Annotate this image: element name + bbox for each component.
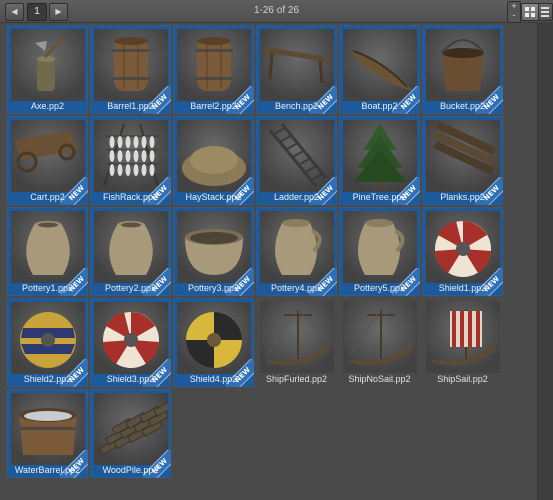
asset-tile[interactable]: NEW PineTree.pp2 xyxy=(339,116,420,205)
asset-tile[interactable]: NEW HayStack.pp2 xyxy=(173,116,254,205)
asset-label: Shield4.pp2 xyxy=(189,374,238,384)
asset-label: ShipNoSail.pp2 xyxy=(348,374,411,384)
asset-label: ShipFurled.pp2 xyxy=(265,374,328,384)
asset-tile[interactable]: NEW WaterBarrel.pp2 xyxy=(7,389,88,478)
asset-label: Cart.pp2 xyxy=(30,192,65,202)
asset-label: Shield1.pp2 xyxy=(438,283,487,293)
list-view-button[interactable] xyxy=(538,3,553,21)
asset-tile[interactable]: NEW Shield3.pp2 xyxy=(90,298,171,387)
page-info: 1-26 of 26 xyxy=(253,5,300,16)
asset-label: Bench.pp2 xyxy=(274,101,319,111)
ship-thumbnail xyxy=(260,301,334,373)
asset-tile[interactable]: NEW Shield2.pp2 xyxy=(7,298,88,387)
asset-label: Ladder.pp2 xyxy=(273,192,320,202)
asset-label: Pottery2.pp2 xyxy=(104,283,157,293)
asset-tile[interactable]: Axe.pp2 xyxy=(7,25,88,114)
asset-label: Bucket.pp2 xyxy=(439,101,486,111)
zoom-control[interactable]: + - xyxy=(507,1,521,23)
ship-thumbnail xyxy=(343,301,417,373)
asset-label: Pottery5.pp2 xyxy=(353,283,406,293)
ship-icon xyxy=(264,308,332,366)
asset-label: Shield2.pp2 xyxy=(23,374,72,384)
asset-label: Barrel2.pp2 xyxy=(190,101,237,111)
asset-label: ShipSail.pp2 xyxy=(437,374,488,384)
asset-tile[interactable]: NEW Barrel2.pp2 xyxy=(173,25,254,114)
asset-label: Pottery1.pp2 xyxy=(21,283,74,293)
vertical-scrollbar[interactable] xyxy=(537,22,553,500)
asset-label: WaterBarrel.pp2 xyxy=(14,465,81,475)
asset-tile[interactable]: ShipNoSail.pp2 xyxy=(339,298,420,387)
grid-view-icon xyxy=(525,7,535,17)
asset-label: Axe.pp2 xyxy=(30,101,65,111)
asset-tile[interactable]: NEW Barrel1.pp2 xyxy=(90,25,171,114)
axe-icon xyxy=(35,37,65,91)
list-view-icon xyxy=(541,7,549,17)
asset-tile[interactable]: NEW FishRack.pp2 xyxy=(90,116,171,205)
asset-label: HayStack.pp2 xyxy=(185,192,242,202)
asset-tile[interactable]: NEW Boat.pp2 xyxy=(339,25,420,114)
asset-tile[interactable]: NEW Pottery5.pp2 xyxy=(339,207,420,296)
asset-tile[interactable]: NEW Planks.pp2 xyxy=(422,116,503,205)
asset-tile[interactable]: NEW Pottery2.pp2 xyxy=(90,207,171,296)
shipsail-icon xyxy=(430,309,498,366)
asset-tile[interactable]: ShipSail.pp2 xyxy=(422,298,503,387)
asset-label: FishRack.pp2 xyxy=(102,192,159,202)
asset-label: Barrel1.pp2 xyxy=(107,101,154,111)
asset-label: Pottery4.pp2 xyxy=(270,283,323,293)
asset-label: Shield3.pp2 xyxy=(106,374,155,384)
toolbar: ◀ 1 ▶ 1-26 of 26 + - xyxy=(0,0,553,23)
asset-tile[interactable]: NEW Bench.pp2 xyxy=(256,25,337,114)
asset-label: PineTree.pp2 xyxy=(352,192,407,202)
asset-tile[interactable]: NEW Pottery3.pp2 xyxy=(173,207,254,296)
asset-tile[interactable]: NEW Shield4.pp2 xyxy=(173,298,254,387)
asset-tile[interactable]: NEW Pottery4.pp2 xyxy=(256,207,337,296)
ship-icon xyxy=(347,308,415,366)
asset-tile[interactable]: NEW Bucket.pp2 xyxy=(422,25,503,114)
asset-tile[interactable]: ShipFurled.pp2 xyxy=(256,298,337,387)
axe-thumbnail xyxy=(11,29,85,101)
zoom-out-button[interactable]: - xyxy=(508,11,520,20)
asset-label: Boat.pp2 xyxy=(361,101,398,111)
asset-tile[interactable]: NEW Ladder.pp2 xyxy=(256,116,337,205)
shipsail-thumbnail xyxy=(426,301,500,373)
asset-label: Planks.pp2 xyxy=(440,192,485,202)
asset-tile[interactable]: NEW Pottery1.pp2 xyxy=(7,207,88,296)
asset-tile[interactable]: NEW Shield1.pp2 xyxy=(422,207,503,296)
asset-label: Pottery3.pp2 xyxy=(187,283,240,293)
asset-tile[interactable]: NEW Cart.pp2 xyxy=(7,116,88,205)
asset-label: WoodPile.pp2 xyxy=(102,465,159,475)
asset-tile[interactable]: NEW WoodPile.pp2 xyxy=(90,389,171,478)
asset-grid: Axe.pp2 NEW Barrel1.pp2 NEW Barrel2.pp2 NEW Be… xyxy=(7,25,503,478)
